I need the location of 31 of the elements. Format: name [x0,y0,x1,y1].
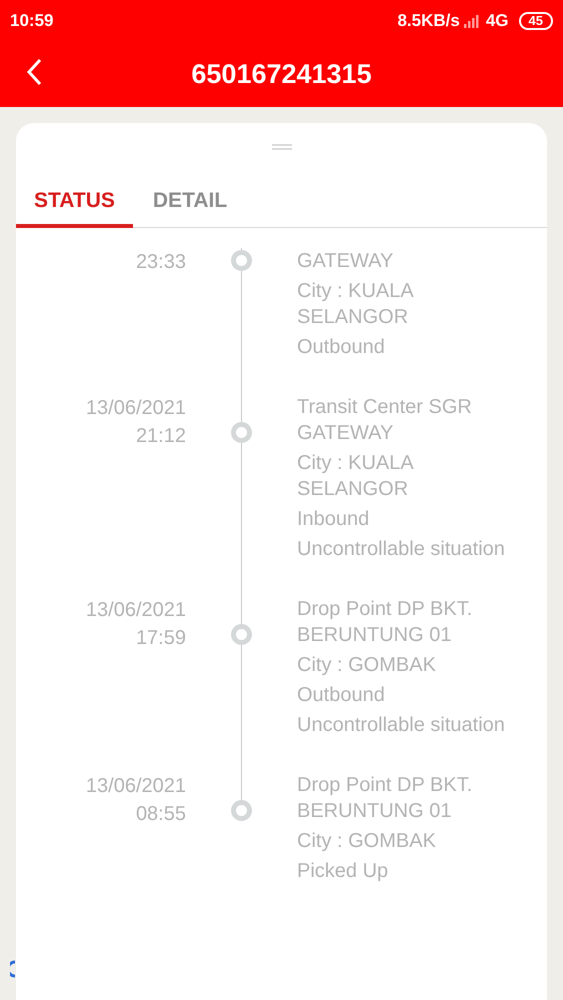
event-time: 08:55 [136,802,186,827]
tab[interactable]: DETAIL [132,178,248,228]
network-speed: 8.5KB/s [397,10,460,32]
tab[interactable]: STATUS [16,178,133,228]
back-icon [25,57,43,87]
arc-icon [10,960,16,978]
event-detail: GATEWAY [297,249,394,274]
event-date: 13/06/2021 [86,598,186,623]
event-detail: Transit Center SGR GATEWAY [297,395,473,446]
event-detail: Uncontrollable situation [297,713,506,738]
event-detail: City : KUALA SELANGOR [297,279,414,330]
event-detail: Picked Up [297,859,390,884]
event-detail: Outbound [297,335,386,360]
event-date: 13/06/2021 [86,396,186,421]
drag-handle-icon [272,144,292,150]
event-detail: Drop Point DP BKT. BERUNTUNG 01 [297,773,474,824]
event-time: 23:33 [136,250,186,275]
event-date: 13/06/2021 [86,774,186,799]
event-detail: Drop Point DP BKT. BERUNTUNG 01 [297,597,474,648]
event-detail: City : GOMBAK [297,829,437,854]
event-detail: Inbound [297,507,370,532]
event-detail: City : GOMBAK [297,653,437,678]
event-time: 17:59 [136,626,186,651]
event-detail: Outbound [297,683,386,708]
event-time: 21:12 [136,424,186,449]
battery-indicator: 45 [518,12,553,30]
event-detail: City : KUALA SELANGOR [297,451,414,502]
network-type: 4G [486,10,509,32]
event-detail: Uncontrollable situation [297,537,506,562]
status-time: 10:59 [10,10,54,32]
page-title: 650167241315 [191,58,372,92]
